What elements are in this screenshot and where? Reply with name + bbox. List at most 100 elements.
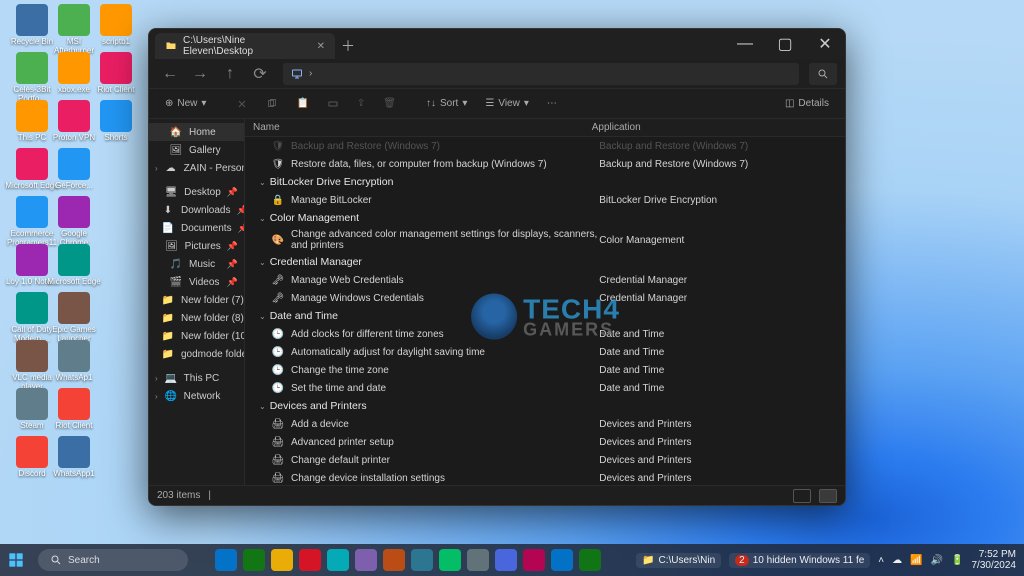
group-header[interactable]: ⌄Devices and Printers	[245, 397, 845, 415]
list-item[interactable]: 🖨Add a deviceDevices and Printers	[245, 415, 845, 433]
taskbar-app[interactable]	[495, 549, 517, 571]
sidebar-item-pictures[interactable]: 🖼Pictures📌	[149, 237, 244, 255]
sidebar-item-music[interactable]: 🎵Music📌	[149, 255, 244, 273]
desktop-shortcut[interactable]: Riot Client	[88, 52, 144, 95]
titlebar[interactable]: C:\Users\Nine Eleven\Desktop ✕ ＋ ― ▢ ✕	[149, 29, 845, 59]
list-item[interactable]: 🛡Restore data, files, or computer from b…	[245, 155, 845, 173]
sort-button[interactable]: ↑↓ Sort ▾	[418, 93, 475, 115]
taskbar-app[interactable]	[523, 549, 545, 571]
nav-back-button[interactable]: ←	[157, 63, 183, 85]
taskbar-app[interactable]	[551, 549, 573, 571]
taskbar-app[interactable]	[355, 549, 377, 571]
explorer-tab[interactable]: C:\Users\Nine Eleven\Desktop ✕	[155, 33, 335, 59]
list-item[interactable]: 🗝Manage Windows CredentialsCredential Ma…	[245, 289, 845, 307]
sidebar-item-new-folder-8-[interactable]: 📁New folder (8)📌	[149, 309, 244, 327]
tray-volume-icon[interactable]: 🔊	[931, 555, 943, 566]
nav-up-button[interactable]: ↑	[217, 63, 243, 85]
new-tab-button[interactable]: ＋	[335, 33, 361, 59]
list-item[interactable]: 🕒Change the time zoneDate and Time	[245, 361, 845, 379]
column-application[interactable]: Application	[592, 122, 837, 133]
nav-refresh-button[interactable]: ⟳	[247, 63, 273, 85]
group-header[interactable]: ⌄Date and Time	[245, 307, 845, 325]
sidebar-item-videos[interactable]: 🎬Videos📌	[149, 273, 244, 291]
rename-button[interactable]	[319, 93, 347, 115]
close-button[interactable]: ✕	[805, 29, 845, 59]
view-list-button[interactable]	[793, 489, 811, 503]
sidebar-item-downloads[interactable]: ⬇Downloads📌	[149, 201, 244, 219]
tray-battery-icon[interactable]: 🔋	[951, 555, 963, 566]
sidebar-item-gallery[interactable]: 🖼Gallery	[149, 141, 244, 159]
delete-button[interactable]: 🗑	[375, 93, 404, 115]
list-item[interactable]: 🗝Manage Web CredentialsCredential Manage…	[245, 271, 845, 289]
desktop-shortcut[interactable]: Microsoft Edge	[46, 244, 102, 287]
list-item[interactable]: 🕒Automatically adjust for daylight savin…	[245, 343, 845, 361]
desktop-shortcut[interactable]: WhatsApp1	[46, 436, 102, 479]
list-item[interactable]: 🖨Change device installation settingsDevi…	[245, 469, 845, 485]
sidebar-item-new-folder-10-[interactable]: 📁New folder (10)📌	[149, 327, 244, 345]
taskbar-app[interactable]	[383, 549, 405, 571]
group-header[interactable]: ⌄BitLocker Drive Encryption	[245, 173, 845, 191]
view-details-button[interactable]	[819, 489, 837, 503]
file-list[interactable]: Name Application 🛡Backup and Restore (Wi…	[245, 119, 845, 485]
sidebar-item-documents[interactable]: 📄Documents📌	[149, 219, 244, 237]
sidebar-item-desktop[interactable]: 🖥Desktop📌	[149, 183, 244, 201]
taskbar-folder-preview[interactable]: 📁 C:\Users\Nin	[636, 553, 721, 568]
list-item[interactable]: 🖨Advanced printer setupDevices and Print…	[245, 433, 845, 451]
chevron-down-icon: ⌄	[259, 178, 266, 187]
address-bar[interactable]: ›	[283, 63, 799, 85]
sidebar-item-this-pc[interactable]: ›💻This PC	[149, 369, 244, 387]
sidebar-item-home[interactable]: 🏠Home	[149, 123, 244, 141]
group-header[interactable]: ⌄Color Management	[245, 209, 845, 227]
cut-button[interactable]	[228, 93, 256, 115]
new-button[interactable]: ⊕ New ▾	[157, 93, 214, 115]
sidebar-item-godmode-folder[interactable]: 📁godmode folder📌	[149, 345, 244, 363]
list-item[interactable]: 🛡Backup and Restore (Windows 7)Backup an…	[245, 137, 845, 155]
taskbar-app[interactable]	[271, 549, 293, 571]
sidebar-item-network[interactable]: ›🌐Network	[149, 387, 244, 405]
taskbar-app[interactable]	[327, 549, 349, 571]
desktop-shortcut[interactable]: Riot Client	[46, 388, 102, 431]
taskbar-notification[interactable]: 2 10 hidden Windows 11 fe	[729, 553, 870, 568]
copy-button[interactable]	[258, 93, 286, 115]
desktop-shortcut[interactable]: WhatsAp1	[46, 340, 102, 383]
maximize-button[interactable]: ▢	[765, 29, 805, 59]
column-headers[interactable]: Name Application	[245, 119, 845, 137]
tray-wifi-icon[interactable]: 📶	[910, 555, 922, 566]
column-name[interactable]: Name	[253, 122, 592, 133]
desktop-shortcut[interactable]: Google Chrome	[46, 196, 102, 248]
taskbar-app[interactable]	[579, 549, 601, 571]
minimize-button[interactable]: ―	[725, 29, 765, 59]
taskbar-clock[interactable]: 7:52 PM 7/30/2024	[972, 549, 1017, 571]
list-item[interactable]: 🕒Add clocks for different time zonesDate…	[245, 325, 845, 343]
group-header[interactable]: ⌄Credential Manager	[245, 253, 845, 271]
tab-close-icon[interactable]: ✕	[317, 41, 325, 52]
taskbar-app[interactable]	[299, 549, 321, 571]
details-pane-button[interactable]: ◫ Details	[777, 93, 837, 115]
tray-chevron-icon[interactable]: ˄	[878, 555, 884, 566]
taskbar-search[interactable]: Search	[38, 549, 188, 571]
view-button[interactable]: ☰ View ▾	[477, 93, 537, 115]
share-button[interactable]: ⇪	[349, 93, 373, 115]
desktop-shortcut[interactable]: Shorts	[88, 100, 144, 143]
taskbar-app[interactable]	[243, 549, 265, 571]
sidebar-item-new-folder-7-[interactable]: 📁New folder (7)📌	[149, 291, 244, 309]
desktop-shortcut[interactable]: Epic Games Launcher	[46, 292, 102, 344]
taskbar-app[interactable]	[467, 549, 489, 571]
start-button[interactable]	[0, 552, 32, 568]
paste-button[interactable]: 📋	[288, 93, 316, 115]
tray-cloud-icon[interactable]: ☁	[892, 555, 902, 566]
list-item[interactable]: 🖨Change default printerDevices and Print…	[245, 451, 845, 469]
taskbar-app[interactable]	[411, 549, 433, 571]
more-button[interactable]: ⋯	[539, 93, 565, 115]
desktop-shortcut[interactable]: GeForce...	[46, 148, 102, 191]
list-item[interactable]: 🕒Set the time and dateDate and Time	[245, 379, 845, 397]
list-item[interactable]: 🎨Change advanced color management settin…	[245, 227, 845, 253]
search-button[interactable]	[809, 63, 837, 85]
sidebar-item-zain-personal[interactable]: ›☁ZAIN - Personal	[149, 159, 244, 177]
taskbar[interactable]: Search 📁 C:\Users\Nin 2 10 hidden Window…	[0, 544, 1024, 576]
list-item[interactable]: 🔒Manage BitLockerBitLocker Drive Encrypt…	[245, 191, 845, 209]
taskbar-app[interactable]	[215, 549, 237, 571]
taskbar-app[interactable]	[439, 549, 461, 571]
nav-forward-button[interactable]: →	[187, 63, 213, 85]
desktop-shortcut[interactable]: scriptb1	[88, 4, 144, 47]
